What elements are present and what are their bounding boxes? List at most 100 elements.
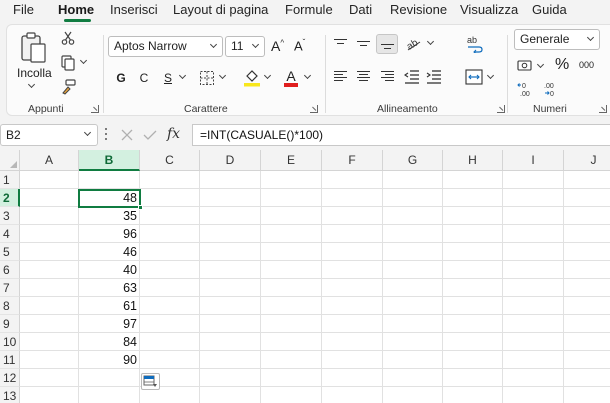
cell-b4[interactable]: 96 — [79, 225, 140, 243]
copy-dropdown-chevron[interactable] — [79, 56, 88, 65]
formula-bar-grip-icon[interactable] — [102, 127, 110, 141]
row-header-4[interactable]: 4 — [0, 225, 20, 243]
column-header-d[interactable]: D — [200, 150, 261, 171]
align-top-button[interactable] — [334, 39, 347, 50]
tab-layout-di-pagina[interactable]: Layout di pagina — [173, 2, 268, 17]
accounting-format-button[interactable] — [517, 59, 533, 73]
formula-input[interactable]: =INT(CASUALE()*100) — [192, 124, 610, 146]
tab-home[interactable]: Home — [58, 2, 94, 17]
underline-chevron-down-icon[interactable] — [178, 71, 187, 80]
paste-button[interactable] — [19, 31, 49, 65]
cancel-entry-button[interactable] — [120, 128, 134, 142]
quick-analysis-button[interactable] — [141, 373, 160, 390]
column-header-c[interactable]: C — [140, 150, 200, 171]
tab-dati[interactable]: Dati — [349, 2, 372, 17]
row-header-9[interactable]: 9 — [0, 315, 20, 333]
column-header-i[interactable]: I — [503, 150, 564, 171]
borders-chevron-down-icon[interactable] — [218, 71, 227, 80]
format-painter-button[interactable] — [60, 79, 76, 95]
copy-button[interactable] — [60, 55, 76, 71]
borders-button[interactable] — [199, 70, 215, 86]
row-header-2[interactable]: 2 — [0, 189, 20, 207]
row-header-3[interactable]: 3 — [0, 207, 20, 225]
wrap-text-button[interactable]: ab — [466, 35, 484, 55]
confirm-entry-button[interactable] — [142, 128, 158, 142]
orientation-button[interactable]: ab — [405, 34, 423, 52]
font-size-combo[interactable]: 11 — [225, 36, 265, 57]
cell-b10[interactable]: 84 — [79, 333, 140, 351]
tab-formule[interactable]: Formule — [285, 2, 333, 17]
name-box[interactable]: B2 — [0, 124, 98, 146]
column-header-f[interactable]: F — [322, 150, 383, 171]
align-bottom-button[interactable] — [376, 34, 398, 54]
row-header-8[interactable]: 8 — [0, 297, 20, 315]
accounting-chevron-down-icon[interactable] — [536, 60, 545, 69]
align-center-button[interactable] — [357, 71, 370, 82]
column-header-a[interactable]: A — [20, 150, 79, 171]
row-header-11[interactable]: 11 — [0, 351, 20, 369]
insert-function-button[interactable]: fx — [167, 126, 180, 142]
number-dialog-launcher[interactable] — [599, 105, 607, 113]
align-right-button[interactable] — [381, 71, 394, 82]
cell-b5[interactable]: 46 — [79, 243, 140, 261]
italic-button[interactable]: C — [136, 70, 152, 86]
fill-handle[interactable] — [138, 205, 143, 210]
column-header-h[interactable]: H — [443, 150, 503, 171]
font-dialog-launcher[interactable] — [310, 105, 318, 113]
align-left-button[interactable] — [334, 71, 347, 82]
column-header-j[interactable]: J — [564, 150, 610, 171]
row-header-5[interactable]: 5 — [0, 243, 20, 261]
tab-revisione[interactable]: Revisione — [390, 2, 447, 17]
tab-inserisci[interactable]: Inserisci — [110, 2, 158, 17]
align-middle-button[interactable] — [357, 39, 370, 50]
bold-button[interactable]: G — [113, 70, 129, 86]
font-color-button[interactable]: A — [283, 68, 299, 87]
column-header-g[interactable]: G — [383, 150, 443, 171]
orientation-chevron-down-icon[interactable] — [426, 37, 435, 46]
cell-b1[interactable] — [79, 171, 140, 189]
copy-icon — [61, 55, 75, 71]
tab-guida[interactable]: Guida — [532, 2, 567, 17]
decrease-indent-button[interactable] — [404, 70, 420, 84]
merge-center-button[interactable] — [465, 69, 483, 85]
cell-b12[interactable] — [79, 369, 140, 387]
tab-file[interactable]: File — [13, 2, 34, 17]
tab-visualizza[interactable]: Visualizza — [460, 2, 518, 17]
column-header-e[interactable]: E — [261, 150, 322, 171]
fill-color-button[interactable] — [243, 68, 261, 87]
increase-indent-button[interactable] — [426, 70, 442, 84]
underline-button[interactable]: S — [160, 70, 176, 86]
column-header-b[interactable]: B — [79, 150, 140, 171]
cell-b7[interactable]: 63 — [79, 279, 140, 297]
comma-style-button[interactable]: 000 — [579, 60, 594, 70]
row-header-1[interactable]: 1 — [0, 171, 20, 189]
cell-b9[interactable]: 97 — [79, 315, 140, 333]
row-header-6[interactable]: 6 — [0, 261, 20, 279]
grow-font-button[interactable]: A^ — [271, 38, 287, 54]
font-color-chevron-down-icon[interactable] — [303, 71, 312, 80]
fill-color-chevron-down-icon[interactable] — [263, 71, 272, 80]
row-header-10[interactable]: 10 — [0, 333, 20, 351]
cut-button[interactable] — [61, 31, 75, 45]
cell-b3[interactable]: 35 — [79, 207, 140, 225]
worksheet-grid[interactable]: A B C D E F G H I J 1 2 48 3 35 4 96 5 46 6 40 7 63 8 61 9 97 10 84 1… — [0, 150, 610, 403]
row-header-12[interactable]: 12 — [0, 369, 20, 387]
row-header-7[interactable]: 7 — [0, 279, 20, 297]
cell-b11[interactable]: 90 — [79, 351, 140, 369]
percent-style-button[interactable]: % — [555, 56, 569, 74]
alignment-dialog-launcher[interactable] — [497, 105, 505, 113]
increase-decimal-button[interactable]: 0 .00 — [517, 81, 535, 98]
select-all-button[interactable] — [0, 150, 20, 171]
svg-text:.00: .00 — [544, 83, 554, 90]
font-name-combo[interactable]: Aptos Narrow — [108, 36, 223, 57]
paste-dropdown-chevron[interactable] — [27, 80, 36, 89]
number-format-combo[interactable]: Generale — [514, 29, 600, 50]
clipboard-dialog-launcher[interactable] — [91, 105, 99, 113]
merge-chevron-down-icon[interactable] — [486, 71, 495, 80]
cell-b6[interactable]: 40 — [79, 261, 140, 279]
shrink-font-button[interactable]: Aˇ — [294, 38, 310, 54]
cell-b13[interactable] — [79, 387, 140, 403]
decrease-decimal-button[interactable]: .00 0 — [542, 81, 560, 98]
cell-b8[interactable]: 61 — [79, 297, 140, 315]
row-header-13[interactable]: 13 — [0, 387, 20, 403]
